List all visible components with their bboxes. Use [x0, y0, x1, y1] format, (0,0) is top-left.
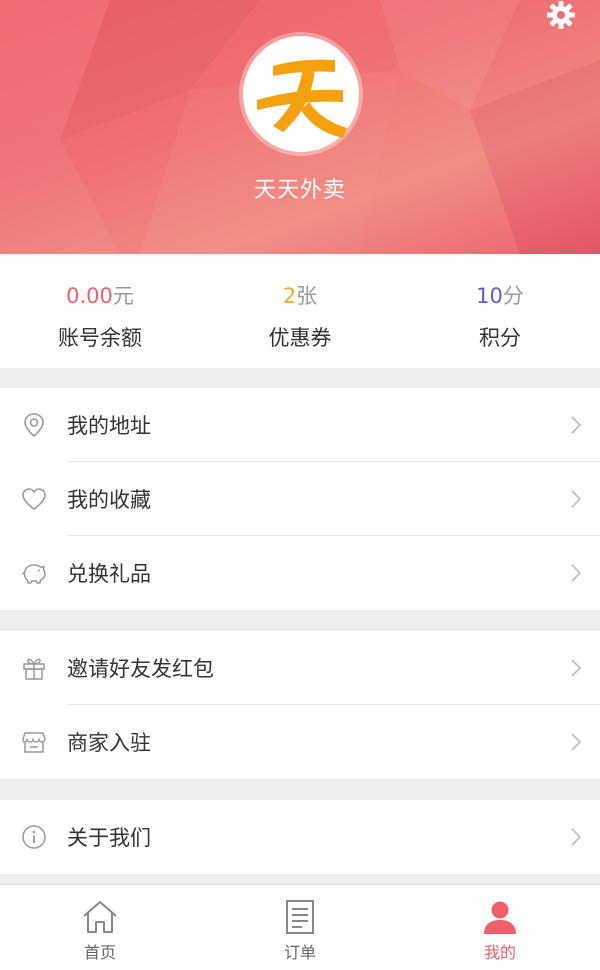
- menu-group-about: 关于我们: [0, 800, 600, 874]
- tab-label: 我的: [483, 943, 516, 962]
- balance-label: 账号余额: [58, 326, 142, 350]
- points-unit: 分: [502, 284, 524, 308]
- profile-header: 天天外卖: [0, 0, 600, 254]
- menu-item-label: 兑换礼品: [67, 562, 151, 586]
- home-icon: [83, 901, 117, 933]
- points-label: 积分: [479, 326, 521, 350]
- username: 天天外卖: [253, 178, 346, 203]
- chevron-right-icon: [571, 416, 582, 434]
- menu-item-merchant-join[interactable]: 商家入驻: [0, 705, 600, 779]
- menu-item-label: 邀请好友发红包: [67, 657, 214, 681]
- coupons-label: 优惠券: [268, 326, 332, 350]
- menu-group-account: 我的地址 我的收藏 兑换礼品: [0, 388, 600, 610]
- tab-label: 订单: [283, 943, 316, 962]
- tab-mine[interactable]: 我的: [400, 885, 600, 970]
- menu-item-label: 关于我们: [67, 826, 151, 850]
- piggy-bank-icon: [22, 564, 46, 584]
- gear-icon[interactable]: [546, 0, 576, 30]
- menu-item-address[interactable]: 我的地址: [0, 388, 600, 462]
- menu-item-label: 我的收藏: [67, 488, 151, 512]
- balance-value: 0.00: [66, 284, 113, 308]
- chevron-right-icon: [571, 733, 582, 751]
- stat-balance[interactable]: 0.00元 账号余额: [0, 254, 200, 368]
- avatar[interactable]: [243, 36, 359, 152]
- heart-icon: [22, 488, 46, 510]
- menu-item-label: 商家入驻: [67, 731, 151, 755]
- location-pin-icon: [24, 413, 44, 438]
- balance-unit: 元: [112, 284, 134, 308]
- gift-icon: [23, 658, 45, 680]
- order-list-icon: [286, 900, 314, 934]
- menu-item-label: 我的地址: [67, 414, 151, 438]
- bottom-tab-bar: 首页 订单 我的: [0, 884, 600, 970]
- account-stats: 0.00元 账号余额 2张 优惠券 10分 积分: [0, 254, 600, 368]
- chevron-right-icon: [571, 659, 582, 677]
- menu-item-invite-friends[interactable]: 邀请好友发红包: [0, 631, 600, 705]
- menu-group-promotion: 邀请好友发红包 商家入驻: [0, 631, 600, 779]
- tab-orders[interactable]: 订单: [200, 885, 400, 970]
- menu-item-about-us[interactable]: 关于我们: [0, 800, 600, 874]
- stat-points[interactable]: 10分 积分: [400, 254, 600, 368]
- menu-item-favorites[interactable]: 我的收藏: [0, 462, 600, 536]
- stat-coupons[interactable]: 2张 优惠券: [200, 254, 400, 368]
- menu-item-redeem-gifts[interactable]: 兑换礼品: [0, 536, 600, 610]
- coupons-value: 2: [282, 284, 297, 308]
- info-icon: [22, 825, 46, 849]
- tab-label: 首页: [83, 943, 116, 962]
- chevron-right-icon: [571, 490, 582, 508]
- store-icon: [22, 732, 46, 753]
- points-value: 10: [476, 284, 503, 308]
- tab-home[interactable]: 首页: [0, 885, 200, 970]
- chevron-right-icon: [571, 564, 582, 582]
- chevron-right-icon: [571, 828, 582, 846]
- coupons-unit: 张: [296, 284, 318, 308]
- user-icon: [484, 901, 516, 934]
- logo-tian-icon: [257, 59, 347, 138]
